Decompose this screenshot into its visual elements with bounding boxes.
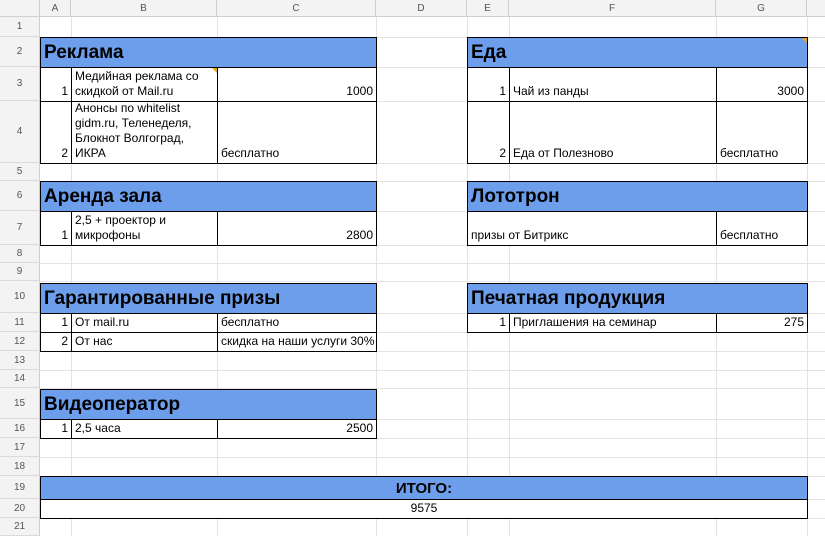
row-header-11[interactable]: 11 [0,313,40,332]
row-header-6[interactable]: 6 [0,181,40,211]
eda-item-1-num[interactable]: 1 [467,67,510,102]
column-header-g[interactable]: G [716,0,807,17]
reklama-item-2-price[interactable]: бесплатно [217,101,377,164]
prizes-item-1-num[interactable]: 1 [40,313,72,333]
reklama-item-2-num[interactable]: 2 [40,101,72,164]
arenda-item-1-num[interactable]: 1 [40,211,72,246]
row-header-14[interactable]: 14 [0,370,40,388]
video-item-1-name[interactable]: 2,5 часа [71,419,218,439]
row-header-10[interactable]: 10 [0,281,40,313]
lototron-item-1-price[interactable]: бесплатно [716,211,808,246]
comment-indicator-icon[interactable] [802,38,807,43]
row-header-20[interactable]: 20 [0,499,40,518]
row-header-8[interactable]: 8 [0,245,40,263]
arenda-item-1-name[interactable]: 2,5 + проектор и микрофоны [71,211,218,246]
column-header-a[interactable]: A [40,0,71,17]
row-header-4[interactable]: 4 [0,101,40,163]
eda-item-2-name[interactable]: Еда от Полезново [509,101,717,164]
prizes-item-2-num[interactable]: 2 [40,332,72,352]
eda-item-2-price[interactable]: бесплатно [716,101,808,164]
video-item-1-num[interactable]: 1 [40,419,72,439]
select-all-corner[interactable] [0,0,40,17]
row-header-12[interactable]: 12 [0,332,40,351]
prizes-item-1-name[interactable]: От mail.ru [71,313,218,333]
section-header-lototron[interactable]: Лототрон [467,181,808,212]
section-header-prizes[interactable]: Гарантированные призы [40,283,377,314]
print-item-1-name[interactable]: Приглашения на семинар [509,313,717,333]
column-header-e[interactable]: E [467,0,509,17]
row-header-5[interactable]: 5 [0,163,40,181]
row-header-17[interactable]: 17 [0,438,40,457]
column-header-c[interactable]: C [217,0,376,17]
print-item-1-price[interactable]: 275 [716,313,808,333]
row-header-19[interactable]: 19 [0,476,40,499]
row-header-2[interactable]: 2 [0,37,40,67]
prizes-item-2-price[interactable]: скидка на наши услуги 30% [217,332,377,352]
reklama-item-1-num[interactable]: 1 [40,67,72,102]
eda-item-2-num[interactable]: 2 [467,101,510,164]
comment-indicator-icon[interactable] [212,68,217,73]
row-header-16[interactable]: 16 [0,419,40,438]
column-header-h[interactable] [807,0,825,17]
row-header-18[interactable]: 18 [0,457,40,476]
print-item-1-num[interactable]: 1 [467,313,510,333]
reklama-item-1-name[interactable]: Медийная реклама со скидкой от Mail.ru [71,67,218,102]
row-header-15[interactable]: 15 [0,388,40,419]
section-header-arenda[interactable]: Аренда зала [40,181,377,212]
row-header-9[interactable]: 9 [0,263,40,281]
lototron-item-1-name[interactable]: призы от Битрикс [467,211,717,246]
reklama-item-2-name[interactable]: Анонсы по whitelist gidm.ru, Теленеделя,… [71,101,218,164]
column-header-f[interactable]: F [509,0,716,17]
video-item-1-price[interactable]: 2500 [217,419,377,439]
total-value[interactable]: 9575 [40,499,808,519]
section-header-print[interactable]: Печатная продукция [467,283,808,314]
row-header-13[interactable]: 13 [0,351,40,370]
arenda-item-1-price[interactable]: 2800 [217,211,377,246]
section-header-video[interactable]: Видеоператор [40,389,377,420]
column-header-d[interactable]: D [376,0,467,17]
section-header-eda[interactable]: Еда [467,37,808,68]
row-header-7[interactable]: 7 [0,211,40,245]
column-header-b[interactable]: B [71,0,217,17]
row-header-1[interactable]: 1 [0,17,40,37]
section-header-reklama[interactable]: Реклама [40,37,377,68]
row-header-21[interactable]: 21 [0,518,40,536]
prizes-item-2-name[interactable]: От нас [71,332,218,352]
eda-item-1-name[interactable]: Чай из панды [509,67,717,102]
reklama-item-1-price[interactable]: 1000 [217,67,377,102]
row-header-3[interactable]: 3 [0,67,40,101]
eda-item-1-price[interactable]: 3000 [716,67,808,102]
prizes-item-1-price[interactable]: бесплатно [217,313,377,333]
total-label[interactable]: ИТОГО: [40,476,808,500]
